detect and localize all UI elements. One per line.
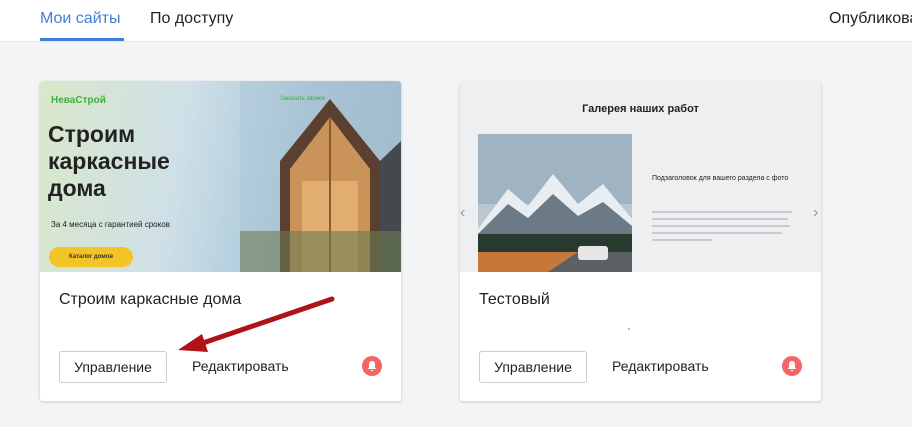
annotation-arrow (178, 296, 335, 352)
